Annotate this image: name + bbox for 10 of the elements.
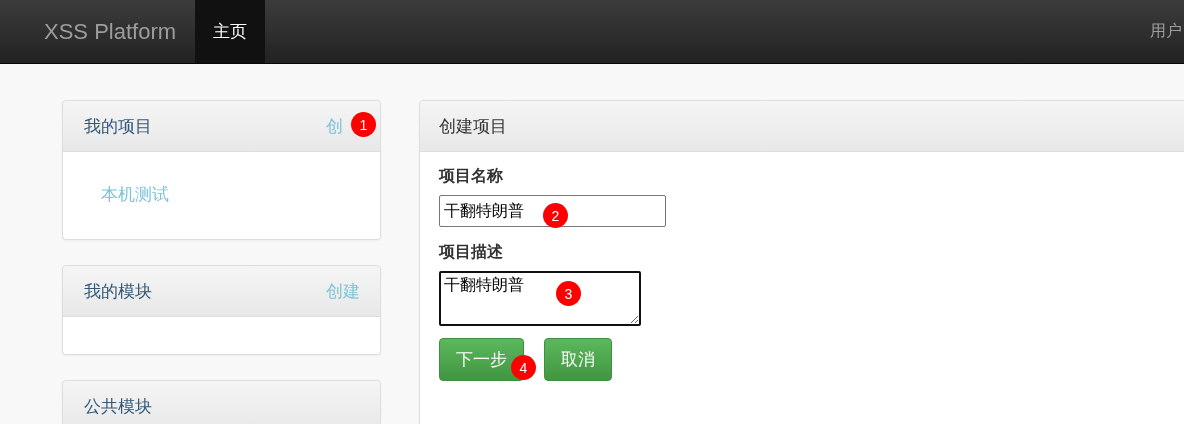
nav-tab[interactable]: 主页: [195, 0, 266, 63]
cancel-button[interactable]: 取消: [544, 338, 612, 381]
panel-title: 我的模块: [84, 280, 152, 303]
user-menu[interactable]: 用户: [1150, 0, 1184, 63]
field-label: 项目描述: [439, 242, 503, 262]
brand-name[interactable]: XSS Platform: [0, 0, 196, 63]
panel-title: 公共模块: [84, 395, 152, 418]
panel-title: 我的项目: [84, 115, 152, 138]
field-label: 项目名称: [439, 166, 503, 186]
panel-title: 创建项目: [439, 115, 507, 138]
